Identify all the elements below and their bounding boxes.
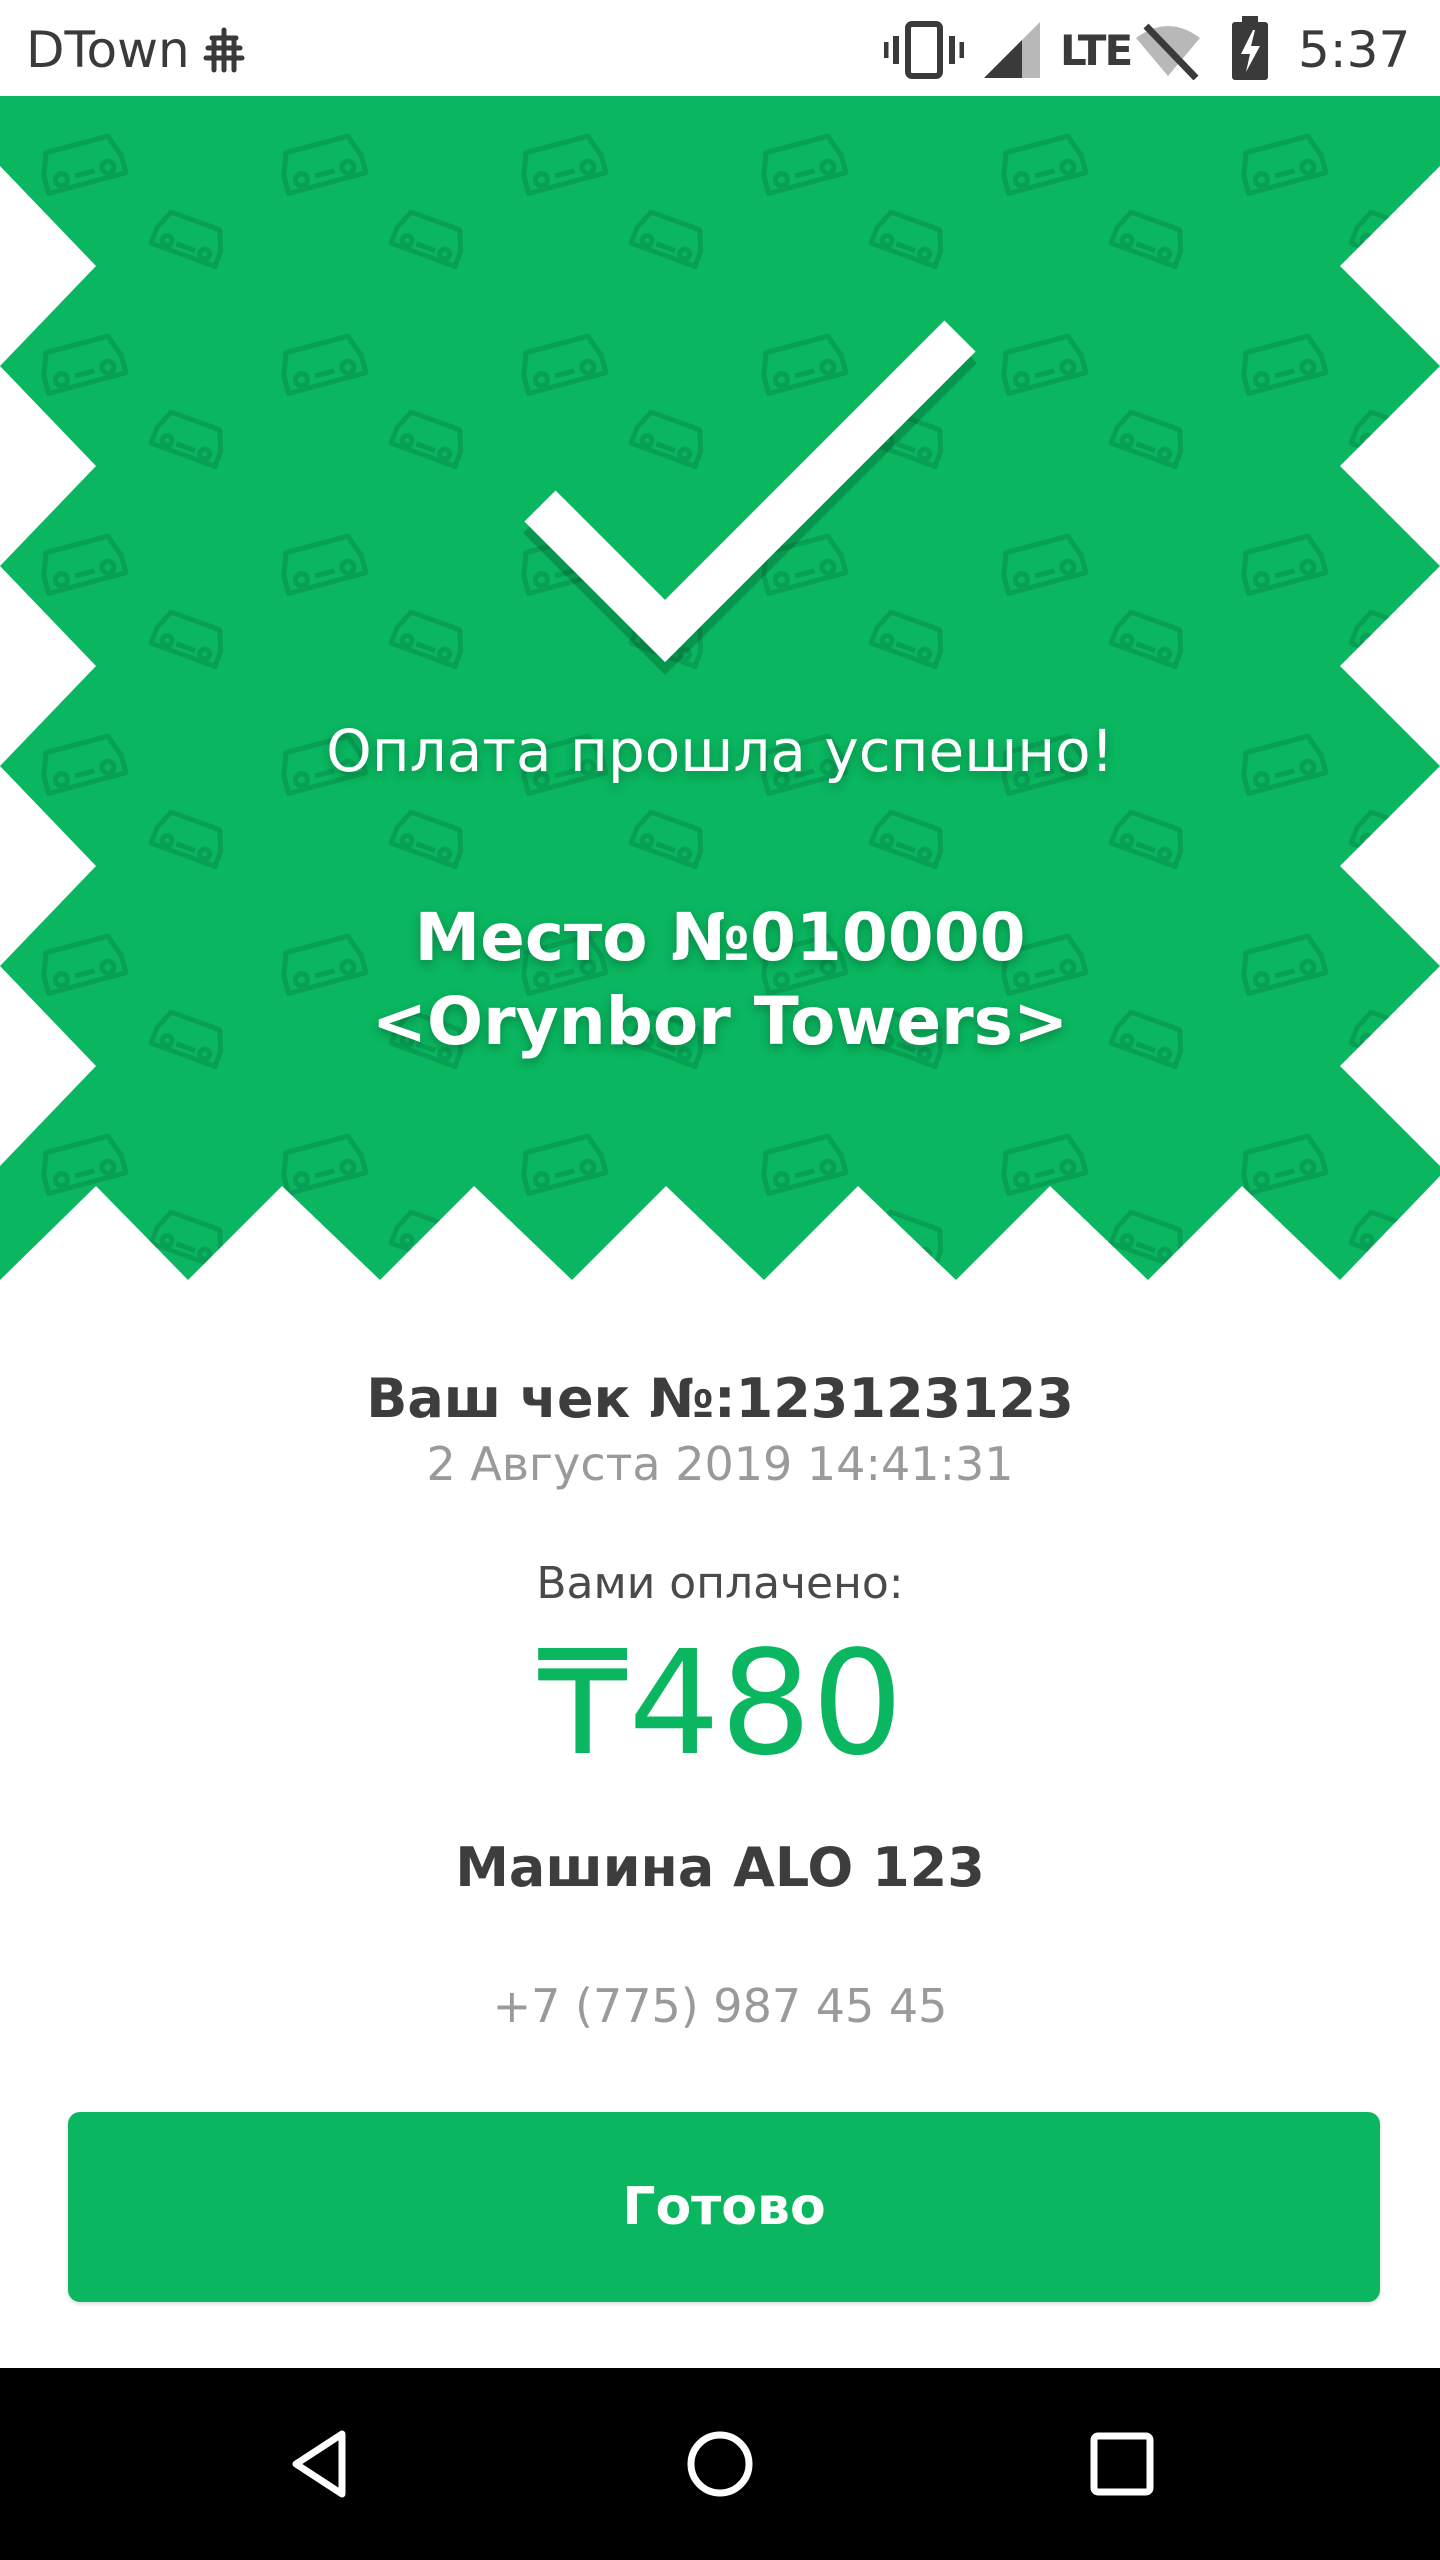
receipt-date: 2 Августа 2019 14:41:31 — [426, 1437, 1014, 1491]
paid-label: Вами оплачено: — [536, 1558, 904, 1609]
receipt-number: Ваш чек №:123123123 — [366, 1367, 1074, 1430]
carrier-tree-icon — [203, 27, 245, 73]
back-icon — [292, 2430, 346, 2498]
home-icon — [687, 2431, 753, 2497]
recents-button[interactable] — [1062, 2404, 1182, 2524]
car-plate: Машина ALO 123 — [455, 1836, 985, 1899]
done-button[interactable]: Готово — [68, 2112, 1380, 2302]
checkmark-icon — [523, 320, 977, 675]
signal-icon — [984, 22, 1040, 78]
parking-place-number: Место №010000 — [414, 899, 1026, 976]
success-message: Оплата прошла успешно! — [326, 717, 1114, 785]
success-banner: Оплата прошла успешно! Место №010000 <Or… — [0, 96, 1440, 1280]
back-button[interactable] — [262, 2404, 382, 2524]
status-bar: DTown LTE 5:37 — [0, 0, 1440, 96]
vibrate-icon — [884, 21, 964, 79]
network-type: LTE — [1060, 26, 1133, 75]
wifi-off-icon — [1136, 23, 1200, 80]
phone-number: +7 (775) 987 45 45 — [492, 1979, 948, 2033]
carrier-name: DTown — [26, 21, 190, 79]
clock: 5:37 — [1298, 21, 1411, 79]
home-button[interactable] — [660, 2404, 780, 2524]
recents-icon — [1090, 2432, 1154, 2496]
battery-charging-icon — [1232, 16, 1268, 80]
parking-place-name: <Orynbor Towers> — [371, 983, 1069, 1060]
paid-amount: ₸480 — [536, 1619, 904, 1787]
navigation-bar — [0, 2368, 1440, 2560]
